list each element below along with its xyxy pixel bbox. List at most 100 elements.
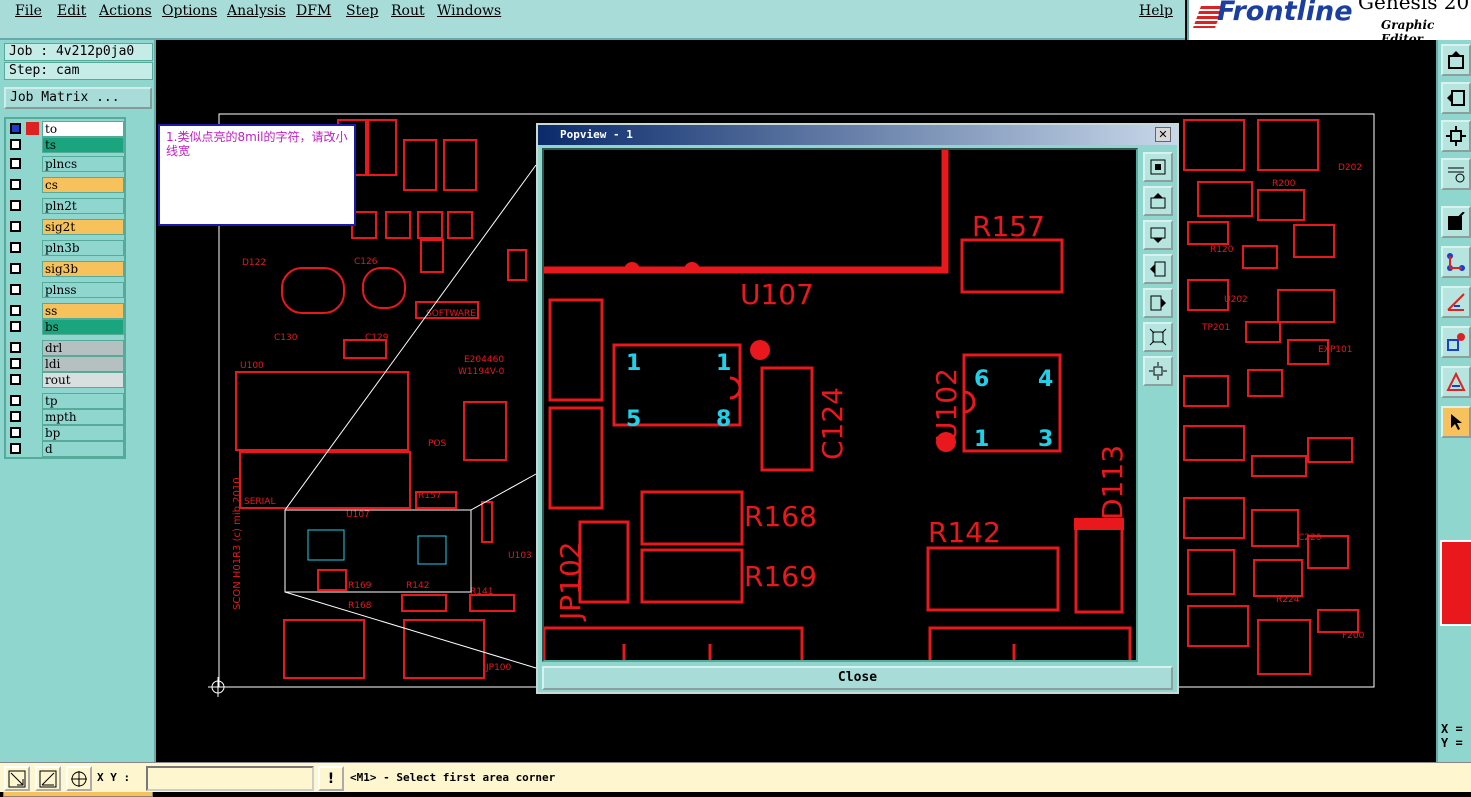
layer-row-plncs[interactable]: plncs <box>8 156 124 172</box>
close-button[interactable]: Close <box>542 666 1173 690</box>
layer-list: to ts plncs cs pln2t sig2t pln3b sig3b plnss ss bs… <box>4 117 126 459</box>
coord-x-label: X = <box>1441 722 1463 736</box>
popview-zoom-in-icon[interactable] <box>1143 322 1173 352</box>
layer-row-drl[interactable]: drl <box>8 340 124 356</box>
menu-edit[interactable]: Edit <box>57 3 86 19</box>
status-message: <M1> - Select first area corner <box>350 771 556 784</box>
menu-file[interactable]: File <box>15 3 42 19</box>
layer-checkbox-icon[interactable] <box>10 374 21 385</box>
layer-checkbox-icon[interactable] <box>10 123 21 134</box>
layer-row-ts[interactable]: ts <box>8 137 124 153</box>
snap-off-icon[interactable] <box>4 766 30 791</box>
layer-name: bp <box>42 425 124 441</box>
svg-text:U107: U107 <box>346 510 370 520</box>
popview-canvas[interactable]: R157 U107 R168 R169 R142 C124 U102 D113 … <box>542 148 1138 662</box>
xy-input[interactable] <box>146 766 314 791</box>
layer-checkbox-icon[interactable] <box>10 427 21 438</box>
layer-checkbox-icon[interactable] <box>10 221 21 232</box>
svg-text:C129: C129 <box>365 333 389 343</box>
menu-dfm[interactable]: DFM <box>296 3 331 19</box>
pin-4: 4 <box>1038 367 1053 392</box>
popview-pan-right-icon[interactable] <box>1143 288 1173 318</box>
menu-help[interactable]: Help <box>1139 3 1173 19</box>
select-target-icon[interactable] <box>1441 206 1471 238</box>
menu-rout[interactable]: Rout <box>391 3 425 19</box>
layer-row-ldi[interactable]: ldi <box>8 356 124 372</box>
layer-name: pln3b <box>42 240 124 256</box>
logo-subtitle: Graphic Editor <box>1381 18 1435 40</box>
alert-button[interactable]: ! <box>318 766 344 791</box>
pointer-select-icon[interactable] <box>1441 406 1471 438</box>
layer-row-pln3b[interactable]: pln3b <box>8 240 124 256</box>
layer-row-d[interactable]: d <box>8 441 124 457</box>
popview-pan-up-icon[interactable] <box>1143 186 1173 216</box>
drc-tool-icon[interactable] <box>1441 366 1471 398</box>
layer-checkbox-icon[interactable] <box>10 395 21 406</box>
layer-row-to[interactable]: to <box>8 121 124 137</box>
layer-row-rout[interactable]: rout <box>8 372 124 388</box>
popview-pan-left-icon[interactable] <box>1143 254 1173 284</box>
layer-row-bs[interactable]: bs <box>8 319 124 335</box>
close-icon[interactable]: ✕ <box>1155 127 1171 142</box>
window-left-icon[interactable] <box>1441 82 1471 114</box>
layer-name: plncs <box>42 156 124 172</box>
popview-window: Popview - 1 ✕ R157 U107 R168 R169 R142 C… <box>536 123 1179 694</box>
layer-checkbox-icon[interactable] <box>10 342 21 353</box>
menu-actions[interactable]: Actions <box>99 3 152 19</box>
layer-row-sig2t[interactable]: sig2t <box>8 219 124 235</box>
job-matrix-button[interactable]: Job Matrix ... <box>4 87 152 109</box>
step-label: Step: cam <box>4 62 153 80</box>
menu-options[interactable]: Options <box>162 3 217 19</box>
pin-6: 6 <box>974 367 989 392</box>
menu-analysis[interactable]: Analysis <box>227 3 286 19</box>
zoom-home-icon[interactable] <box>1441 120 1471 152</box>
layer-row-bp[interactable]: bp <box>8 425 124 441</box>
svg-text:R142: R142 <box>406 581 429 591</box>
xy-label: X Y : <box>97 771 131 784</box>
layer-checkbox-icon[interactable] <box>10 284 21 295</box>
menu-windows[interactable]: Windows <box>437 3 501 19</box>
layer-checkbox-icon[interactable] <box>10 139 21 150</box>
layer-row-ss[interactable]: ss <box>8 303 124 319</box>
layer-row-mpth[interactable]: mpth <box>8 409 124 425</box>
menu-step[interactable]: Step <box>346 3 378 19</box>
svg-text:SERIAL: SERIAL <box>244 497 275 507</box>
layer-name: d <box>42 441 124 457</box>
svg-text:C126: C126 <box>354 257 378 267</box>
layer-checkbox-icon[interactable] <box>10 200 21 211</box>
feature-info-icon[interactable] <box>1441 326 1471 358</box>
layer-checkbox-icon[interactable] <box>10 179 21 190</box>
angle-snap-icon[interactable] <box>35 766 61 791</box>
layer-preview <box>1440 540 1471 626</box>
svg-text:POS: POS <box>428 439 447 449</box>
popview-fit-icon[interactable] <box>1143 152 1173 182</box>
layer-name: cs <box>42 177 124 193</box>
layer-row-plnss[interactable]: plnss <box>8 282 124 298</box>
window-up-icon[interactable] <box>1441 44 1471 76</box>
layer-row-tp[interactable]: tp <box>8 393 124 409</box>
angle-tool-icon[interactable] <box>1441 286 1471 318</box>
popview-zoom-out-icon[interactable] <box>1143 356 1173 386</box>
layer-checkbox-icon[interactable] <box>10 242 21 253</box>
layer-checkbox-icon[interactable] <box>10 263 21 274</box>
net-connect-icon[interactable] <box>1441 246 1471 278</box>
job-label: Job : 4v212p0ja0 <box>4 43 153 61</box>
layer-checkbox-icon[interactable] <box>10 305 21 316</box>
layer-row-sig3b[interactable]: sig3b <box>8 261 124 277</box>
svg-text:R157: R157 <box>418 491 441 501</box>
grid-snap-icon[interactable] <box>66 766 92 791</box>
layer-row-cs[interactable]: cs <box>8 177 124 193</box>
popview-pan-down-icon[interactable] <box>1143 220 1173 250</box>
svg-text:R141: R141 <box>470 587 493 597</box>
layer-checkbox-icon[interactable] <box>10 321 21 332</box>
layer-checkbox-icon[interactable] <box>10 411 21 422</box>
status-bar: X Y : ! <M1> - Select first area corner <box>0 762 1471 792</box>
measure-icon[interactable] <box>1441 158 1471 190</box>
layer-checkbox-icon[interactable] <box>10 358 21 369</box>
layer-name: tp <box>42 393 124 409</box>
layer-row-pln2t[interactable]: pln2t <box>8 198 124 214</box>
layer-checkbox-icon[interactable] <box>10 443 21 454</box>
layer-name: mpth <box>42 409 124 425</box>
svg-text:U103: U103 <box>508 551 532 561</box>
layer-checkbox-icon[interactable] <box>10 158 21 169</box>
